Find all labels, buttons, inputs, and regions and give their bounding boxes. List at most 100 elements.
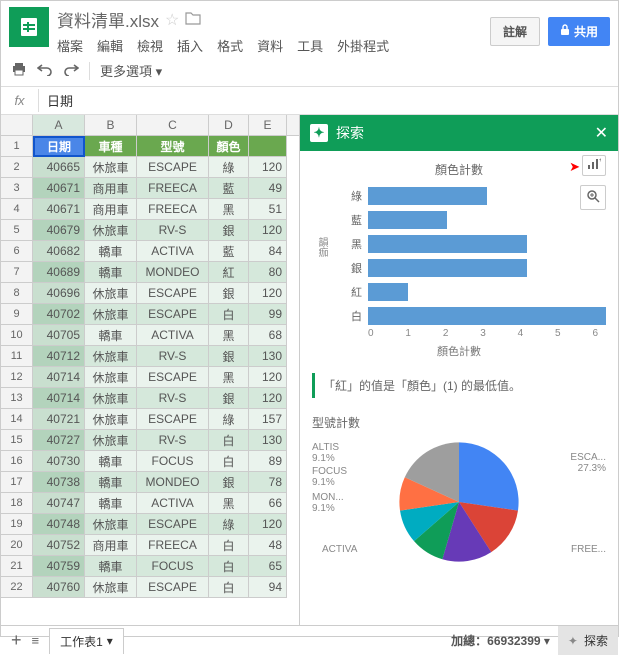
cell[interactable]: ESCAPE (137, 409, 209, 430)
row-header[interactable]: 12 (1, 367, 33, 388)
star-icon[interactable]: ☆ (165, 10, 179, 30)
add-sheet-icon[interactable]: + (11, 630, 22, 651)
cell[interactable]: 銀 (209, 283, 249, 304)
cell[interactable]: 轎車 (85, 472, 137, 493)
row-header[interactable]: 14 (1, 409, 33, 430)
cell[interactable]: 40752 (33, 535, 85, 556)
sheet-tab[interactable]: 工作表1 ▾ (49, 628, 124, 654)
cell[interactable]: ESCAPE (137, 157, 209, 178)
row-header[interactable]: 4 (1, 199, 33, 220)
insert-chart-icon[interactable]: + (582, 155, 606, 176)
cell[interactable]: MONDEO (137, 262, 209, 283)
row-header[interactable]: 11 (1, 346, 33, 367)
cell[interactable]: 轎車 (85, 241, 137, 262)
row-header[interactable]: 2 (1, 157, 33, 178)
cell[interactable]: ESCAPE (137, 577, 209, 598)
cell[interactable]: 94 (249, 577, 287, 598)
cell[interactable]: 40759 (33, 556, 85, 577)
cell[interactable]: 白 (209, 430, 249, 451)
cell[interactable]: ESCAPE (137, 367, 209, 388)
menu-檔案[interactable]: 檔案 (57, 36, 83, 55)
cell[interactable]: 休旅車 (85, 346, 137, 367)
cell[interactable]: 休旅車 (85, 388, 137, 409)
cell[interactable]: 40714 (33, 367, 85, 388)
cell[interactable]: 休旅車 (85, 304, 137, 325)
cell[interactable]: 65 (249, 556, 287, 577)
cell[interactable]: 66 (249, 493, 287, 514)
cell[interactable]: 120 (249, 388, 287, 409)
cell[interactable]: ESCAPE (137, 283, 209, 304)
doc-title[interactable]: 資料清單.xlsx (57, 7, 159, 32)
cell[interactable]: 80 (249, 262, 287, 283)
row-header[interactable]: 18 (1, 493, 33, 514)
cell[interactable]: RV-S (137, 220, 209, 241)
cell[interactable]: 銀 (209, 220, 249, 241)
cell[interactable]: 40671 (33, 199, 85, 220)
cell[interactable]: 40748 (33, 514, 85, 535)
cell[interactable]: 休旅車 (85, 577, 137, 598)
row-header[interactable]: 15 (1, 430, 33, 451)
cell[interactable]: RV-S (137, 430, 209, 451)
cell[interactable]: 轎車 (85, 325, 137, 346)
cell[interactable]: 157 (249, 409, 287, 430)
menu-資料[interactable]: 資料 (257, 36, 283, 55)
row-header[interactable]: 7 (1, 262, 33, 283)
cell[interactable]: 120 (249, 367, 287, 388)
cell[interactable]: 商用車 (85, 535, 137, 556)
cell[interactable]: 40727 (33, 430, 85, 451)
cell[interactable]: 休旅車 (85, 367, 137, 388)
cell[interactable]: 120 (249, 283, 287, 304)
cell[interactable]: 40682 (33, 241, 85, 262)
cell[interactable]: 白 (209, 577, 249, 598)
cell[interactable]: 40665 (33, 157, 85, 178)
cell[interactable]: 84 (249, 241, 287, 262)
cell[interactable]: 轎車 (85, 556, 137, 577)
cell[interactable]: RV-S (137, 346, 209, 367)
undo-icon[interactable] (37, 62, 53, 80)
cell[interactable]: ACTIVA (137, 241, 209, 262)
cell[interactable]: 白 (209, 304, 249, 325)
cell[interactable]: 轎車 (85, 451, 137, 472)
header-cell[interactable]: 型號 (137, 136, 209, 157)
menu-工具[interactable]: 工具 (297, 36, 323, 55)
menu-編輯[interactable]: 編輯 (97, 36, 123, 55)
row-header[interactable]: 20 (1, 535, 33, 556)
cell[interactable]: 銀 (209, 472, 249, 493)
cell[interactable]: 120 (249, 157, 287, 178)
cell[interactable]: 89 (249, 451, 287, 472)
all-sheets-icon[interactable]: ≡ (32, 633, 40, 648)
explore-button[interactable]: ✦探索 (558, 626, 618, 655)
header-cell[interactable] (249, 136, 287, 157)
sum-info[interactable]: 加總：66932399 ▾ (443, 632, 558, 649)
row-header[interactable]: 22 (1, 577, 33, 598)
cell[interactable]: 40712 (33, 346, 85, 367)
cell[interactable]: 99 (249, 304, 287, 325)
cell[interactable]: ACTIVA (137, 493, 209, 514)
cell[interactable]: 78 (249, 472, 287, 493)
row-header[interactable]: 6 (1, 241, 33, 262)
row-header[interactable]: 13 (1, 388, 33, 409)
cell[interactable]: FREECA (137, 199, 209, 220)
cell[interactable]: 黑 (209, 325, 249, 346)
redo-icon[interactable] (63, 62, 79, 80)
cell[interactable]: 40679 (33, 220, 85, 241)
row-header[interactable]: 9 (1, 304, 33, 325)
cell[interactable]: 綠 (209, 157, 249, 178)
comment-button[interactable]: 註解 (490, 17, 540, 46)
cell[interactable]: 黑 (209, 199, 249, 220)
cell[interactable]: 40702 (33, 304, 85, 325)
cell[interactable]: 休旅車 (85, 220, 137, 241)
cell[interactable]: ESCAPE (137, 514, 209, 535)
col-header-c[interactable]: C (137, 115, 209, 135)
menu-檢視[interactable]: 檢視 (137, 36, 163, 55)
row-header[interactable]: 1 (1, 136, 33, 157)
cell[interactable]: 130 (249, 430, 287, 451)
print-icon[interactable] (11, 62, 27, 80)
cell[interactable]: 黑 (209, 367, 249, 388)
cell[interactable]: 休旅車 (85, 157, 137, 178)
row-header[interactable]: 10 (1, 325, 33, 346)
cell[interactable]: 40696 (33, 283, 85, 304)
menu-格式[interactable]: 格式 (217, 36, 243, 55)
cell[interactable]: 綠 (209, 514, 249, 535)
cell[interactable]: 商用車 (85, 199, 137, 220)
